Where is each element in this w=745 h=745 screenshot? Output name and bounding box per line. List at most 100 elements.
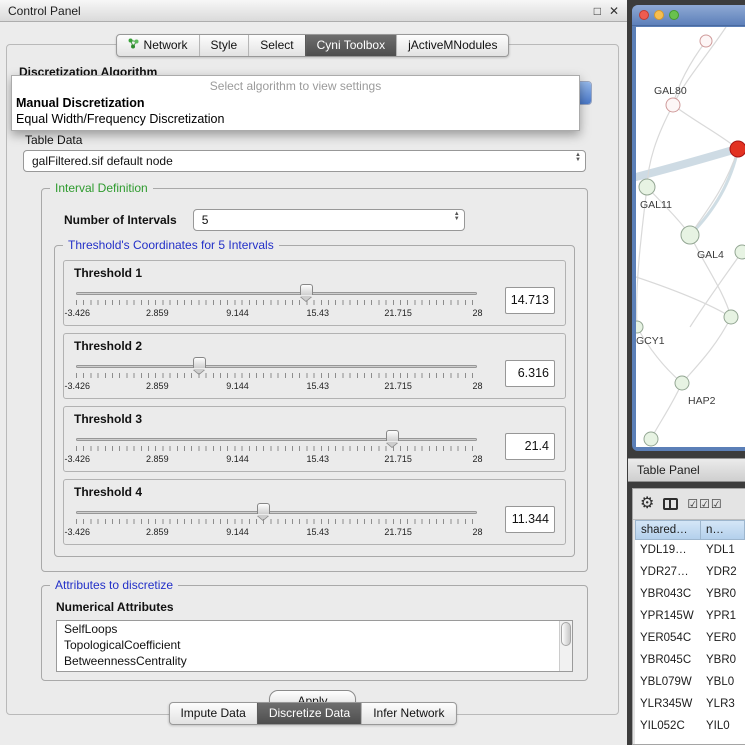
top-tab-bar: Network Style Select Cyni Toolbox jActiv… [116,34,510,57]
tab-infer-network[interactable]: Infer Network [361,703,455,724]
numerical-attributes-label: Numerical Attributes [56,600,577,614]
threshold-2-label: Threshold 2 [74,339,555,353]
control-panel-title: Control Panel [8,4,586,18]
slider-track[interactable] [76,365,477,368]
columns-icon[interactable] [663,498,678,510]
number-of-intervals-combobox[interactable]: 5 ▲▼ [193,209,465,231]
slider-thumb[interactable] [193,357,206,368]
slider-scale: -3.426 2.859 9.144 15.43 21.715 28 [76,527,477,538]
network-window-titlebar [632,5,745,26]
network-canvas[interactable]: GAL80 GAL11 GAL4 GCY1 HAP2 [636,27,745,447]
slider-track[interactable] [76,511,477,514]
column-header[interactable]: shared… [635,520,701,540]
network-edge [647,187,690,235]
threshold-4-label: Threshold 4 [74,485,555,499]
attributes-group: Attributes to discretize Numerical Attri… [41,585,588,681]
network-node[interactable] [735,245,745,259]
table-row[interactable]: YLR345W YLR3 [635,694,745,716]
zoom-traffic-light[interactable] [669,10,679,20]
tab-select[interactable]: Select [248,35,304,56]
close-panel-icon[interactable]: ✕ [609,4,619,18]
checkbox-icons[interactable]: ☑☑☑ [687,498,722,510]
minimize-traffic-light[interactable] [654,10,664,20]
slider-ticks [76,300,477,305]
float-window-icon[interactable]: □ [594,4,601,18]
threshold-2-value-field[interactable]: 6.316 [505,360,555,387]
list-scrollbar[interactable] [559,621,572,671]
tab-cyni-toolbox[interactable]: Cyni Toolbox [305,35,396,56]
discretize-pane: Discretization Algorithm Select algorith… [7,45,618,714]
slider-scale: -3.426 2.859 9.144 15.43 21.715 28 [76,381,477,392]
network-node[interactable] [644,432,658,446]
threshold-4-panel: Threshold 4 -3.426 [63,479,566,545]
network-node[interactable] [700,35,712,47]
close-traffic-light[interactable] [639,10,649,20]
list-item[interactable]: BetweennessCentrality [57,653,572,669]
node-label: GCY1 [636,335,665,347]
network-node[interactable] [636,321,643,333]
network-node[interactable] [675,376,689,390]
list-item[interactable]: TopologicalCoefficient [57,637,572,653]
slider-track[interactable] [76,438,477,441]
tab-style[interactable]: Style [199,35,249,56]
desktop: Control Panel □ ✕ Network Style Select C… [0,0,745,745]
option-equal-width-frequency[interactable]: Equal Width/Frequency Discretization [12,111,579,127]
tab-network[interactable]: Network [117,35,199,56]
network-edge [673,105,738,149]
tab-discretize-data[interactable]: Discretize Data [257,703,361,724]
threshold-1-value-field[interactable]: 14.713 [505,287,555,314]
slider-thumb[interactable] [257,503,270,514]
table-row[interactable]: YBL079W YBL0 [635,672,745,694]
slider-thumb[interactable] [386,430,399,441]
table-row[interactable]: YBR043C YBR0 [635,584,745,606]
network-node[interactable] [681,226,699,244]
threshold-1-label: Threshold 1 [74,266,555,280]
number-of-intervals-label: Number of Intervals [64,213,177,227]
threshold-1-slider[interactable]: -3.426 2.859 9.144 15.43 21.715 28 [74,282,493,322]
algorithm-placeholder-option: Select algorithm to view settings [12,76,579,95]
slider-ticks [76,446,477,451]
list-item[interactable]: SelfLoops [57,621,572,637]
table-row[interactable]: YBR045C YBR0 [635,650,745,672]
attributes-group-title: Attributes to discretize [50,578,178,592]
threshold-4-slider[interactable]: -3.426 2.859 9.144 15.43 21.715 28 [74,501,493,541]
network-view-window: GAL80 GAL11 GAL4 GCY1 HAP2 [632,5,745,451]
option-manual-discretization[interactable]: Manual Discretization [12,95,579,111]
table-panel-header: Table Panel [628,458,745,482]
thresholds-group-title: Threshold's Coordinates for 5 Intervals [63,238,279,252]
tab-jactivemnodules[interactable]: jActiveMNodules [396,35,508,56]
network-node[interactable] [666,98,680,112]
network-edge [682,317,731,383]
threshold-3-value-field[interactable]: 21.4 [505,433,555,460]
cyni-tabpane: Network Style Select Cyni Toolbox jActiv… [6,44,619,715]
table-row[interactable]: YDL19… YDL1 [635,540,745,562]
threshold-2-slider[interactable]: -3.426 2.859 9.144 15.43 21.715 28 [74,355,493,395]
combo-stepper-icon: ▲▼ [454,212,460,222]
column-header[interactable]: n… [701,520,745,540]
network-node[interactable] [724,310,738,324]
gear-icon[interactable]: ⚙ [640,496,654,512]
slider-ticks [76,519,477,524]
interval-definition-group: Interval Definition Number of Intervals … [41,188,588,572]
table-row[interactable]: YDR27… YDR2 [635,562,745,584]
table-row[interactable]: YER054C YER0 [635,628,745,650]
scrollbar-thumb[interactable] [561,622,571,646]
slider-ticks [76,373,477,378]
threshold-3-slider[interactable]: -3.426 2.859 9.144 15.43 21.715 28 [74,428,493,468]
threshold-4-value-field[interactable]: 11.344 [505,506,555,533]
network-node-selected[interactable] [730,141,745,157]
table-data-combobox[interactable]: galFiltered.sif default node ▲▼ [23,150,586,172]
table-panel-title: Table Panel [637,463,700,477]
control-panel: Control Panel □ ✕ Network Style Select C… [0,0,627,745]
slider-thumb[interactable] [300,284,313,295]
table-data-label: Table Data [25,133,618,147]
bottom-tab-bar: Impute Data Discretize Data Infer Networ… [168,702,456,725]
network-edge [651,383,682,439]
network-node[interactable] [639,179,655,195]
combo-stepper-icon: ▲▼ [575,153,581,163]
table-row[interactable]: YPR145W YPR1 [635,606,745,628]
slider-track[interactable] [76,292,477,295]
network-tab-icon [128,38,139,52]
tab-impute-data[interactable]: Impute Data [169,703,256,724]
table-row[interactable]: YIL052C YIL0 [635,716,745,738]
